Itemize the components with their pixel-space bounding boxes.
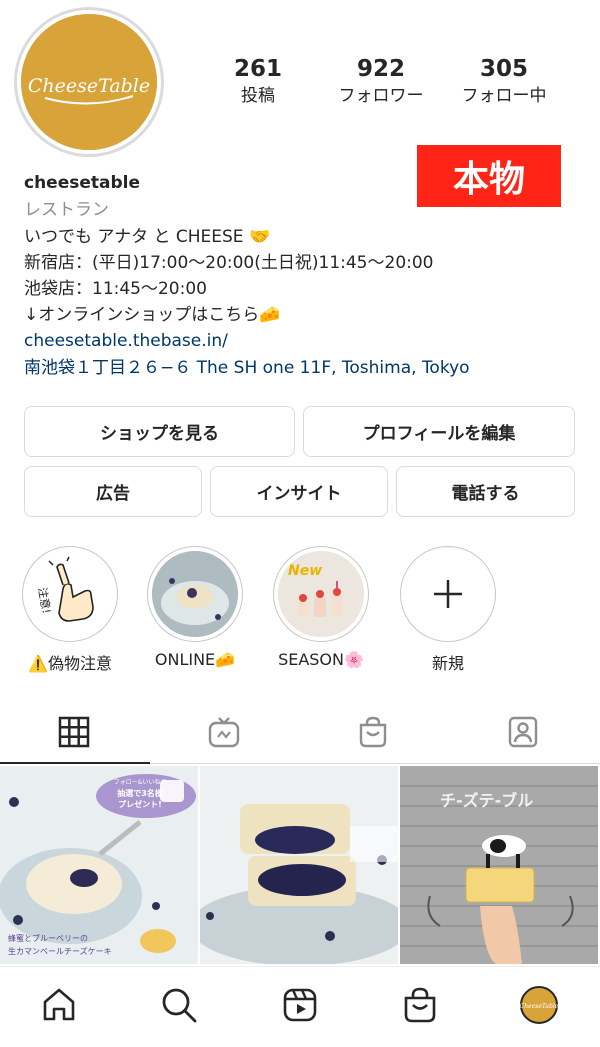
- view-shop-button[interactable]: ショップを見る: [24, 406, 295, 457]
- call-button[interactable]: 電話する: [396, 466, 575, 517]
- bio-line-2: 新宿店：(平日)17:00〜20:00(土日祝)11:45〜20:00: [24, 253, 434, 273]
- followers-label: フォロワー: [338, 86, 424, 106]
- avatar-logo: CheeseTable: [21, 14, 157, 150]
- profile-avatar[interactable]: CheeseTable: [14, 7, 164, 157]
- profile-avatar-icon: CheeseTable: [520, 986, 559, 1024]
- grid-icon: [58, 716, 90, 748]
- tab-tagged[interactable]: [503, 712, 543, 752]
- bio-line-1: いつでも アナタ と CHEESE 🤝: [24, 227, 271, 247]
- address-link[interactable]: 南池袋１丁目２６−６ The SH one 11F, Toshima, Toky…: [24, 355, 470, 381]
- following-count: 305: [479, 56, 528, 82]
- cheese-table-logo-icon: CheeseTable: [21, 14, 157, 150]
- reels-icon: [283, 988, 317, 1022]
- highlight-warning-cover: 注意!: [27, 551, 113, 637]
- tab-shop[interactable]: [353, 712, 393, 752]
- shop-icon: [404, 987, 436, 1023]
- category: レストラン: [24, 200, 109, 220]
- season-dessert-icon: New: [278, 551, 364, 637]
- search-icon: [162, 988, 197, 1023]
- highlight-online-cover: [152, 551, 238, 637]
- svg-text:生カマンベールチーズケーキ: 生カマンベールチーズケーキ: [8, 946, 112, 956]
- posts-label: 投稿: [241, 86, 275, 106]
- svg-text:チ-ズテ-ブル: チ-ズテ-ブル: [440, 791, 533, 810]
- post-1[interactable]: フォロー&いいねで 抽選で3名様 プレゼント! 蜂蜜とブルーベリーの 生カマンベ…: [0, 766, 198, 964]
- home-icon: [43, 988, 75, 1021]
- svg-text:プレゼント!: プレゼント!: [118, 799, 162, 809]
- svg-text:CheeseTable: CheeseTable: [28, 75, 150, 97]
- authentic-badge: 本物: [417, 145, 561, 207]
- svg-text:注意!: 注意!: [35, 586, 53, 614]
- tagged-icon: [508, 716, 538, 748]
- insights-button[interactable]: インサイト: [210, 466, 388, 517]
- post-3-image: チ-ズテ-ブル: [400, 766, 598, 964]
- shop-bag-icon: [359, 716, 387, 748]
- bio-line-3: 池袋店：11:45〜20:00: [24, 279, 207, 299]
- highlight-warning-label: ⚠️偽物注意: [28, 654, 112, 673]
- post-1-image: フォロー&いいねで 抽選で3名様 プレゼント! 蜂蜜とブルーベリーの 生カマンベ…: [0, 766, 198, 964]
- edit-profile-button[interactable]: プロフィールを編集: [303, 406, 575, 457]
- pointing-hand-icon: 注意!: [35, 556, 94, 622]
- new-highlight-button[interactable]: [400, 546, 496, 642]
- stat-posts[interactable]: 261 投稿: [198, 56, 318, 108]
- new-highlight-label: 新規: [431, 654, 464, 673]
- nav-reels[interactable]: [278, 983, 322, 1027]
- svg-text:CheeseTable: CheeseTable: [520, 1003, 559, 1010]
- nav-profile[interactable]: CheeseTable: [517, 983, 561, 1027]
- tab-grid[interactable]: [54, 712, 94, 752]
- active-tab-indicator: [0, 762, 150, 764]
- post-2-image: [200, 766, 398, 964]
- highlight-season[interactable]: New: [273, 546, 369, 642]
- stat-following[interactable]: 305 フォロー中: [444, 56, 564, 108]
- svg-text:蜂蜜とブルーベリーの: 蜂蜜とブルーベリーの: [8, 933, 88, 943]
- ads-button[interactable]: 広告: [24, 466, 202, 517]
- followers-count: 922: [356, 56, 405, 82]
- highlight-online-label: ONLINE🧀: [154, 650, 236, 669]
- svg-text:New: New: [288, 563, 322, 579]
- highlight-season-label: SEASON🌸: [278, 650, 364, 669]
- nav-shop[interactable]: [398, 983, 442, 1027]
- cheesecake-plate-icon: [152, 551, 238, 637]
- svg-text:抽選で3名様: 抽選で3名様: [117, 788, 164, 798]
- nav-home[interactable]: [37, 983, 81, 1027]
- bio-line-4: ↓オンラインショップはこちら🧀: [24, 305, 281, 325]
- following-label: フォロー中: [461, 86, 547, 106]
- website-link[interactable]: cheesetable.thebase.in/: [24, 328, 228, 354]
- svg-text:フォロー&いいねで: フォロー&いいねで: [114, 779, 167, 786]
- highlight-warning[interactable]: 注意!: [22, 546, 118, 642]
- tab-igtv[interactable]: [204, 712, 244, 752]
- plus-icon: [434, 580, 462, 608]
- post-2[interactable]: [200, 766, 398, 964]
- igtv-icon: [208, 717, 240, 748]
- posts-count: 261: [233, 56, 282, 82]
- stat-followers[interactable]: 922 フォロワー: [321, 56, 441, 108]
- username: cheesetable: [24, 173, 141, 193]
- post-3[interactable]: チ-ズテ-ブル: [400, 766, 598, 964]
- highlight-season-cover: New: [278, 551, 364, 637]
- highlight-online[interactable]: [147, 546, 243, 642]
- nav-search[interactable]: [157, 983, 201, 1027]
